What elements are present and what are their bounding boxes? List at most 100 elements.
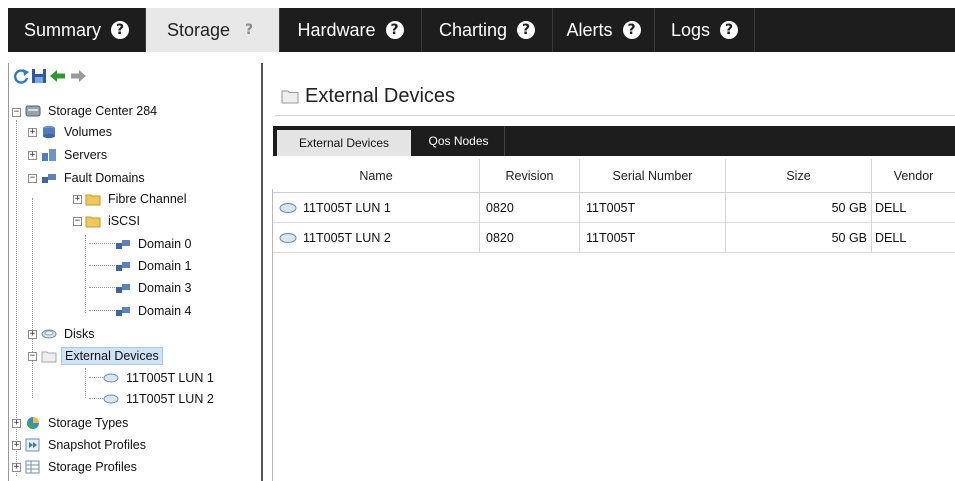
help-icon[interactable]: ? xyxy=(385,21,404,39)
tab-storage[interactable]: Storage ? xyxy=(146,8,280,52)
tree-item-label: Fault Domains xyxy=(64,171,145,185)
column-header-vendor[interactable]: Vendor xyxy=(872,159,955,193)
tab-qos-nodes[interactable]: Qos Nodes xyxy=(413,126,505,156)
tab-charting-label: Charting xyxy=(438,19,508,40)
help-icon[interactable]: ? xyxy=(622,21,641,39)
column-header-name[interactable]: Name xyxy=(273,159,480,193)
tab-external-devices[interactable]: External Devices xyxy=(277,130,411,156)
column-label: Name xyxy=(359,169,393,183)
refresh-icon[interactable] xyxy=(12,67,30,85)
cell-text: 0820 xyxy=(486,231,514,245)
tab-hardware[interactable]: Hardware ? xyxy=(280,8,422,52)
expand-toggle[interactable]: + xyxy=(73,195,82,204)
tree-connector xyxy=(85,368,86,398)
help-icon[interactable]: ? xyxy=(517,21,536,39)
tree-item-storage-center[interactable]: Storage Center 284 xyxy=(25,101,160,121)
main-content: External Devices External Devices Qos No… xyxy=(263,63,955,481)
tree-item-fault-domains[interactable]: Fault Domains xyxy=(41,168,148,188)
forward-arrow-icon[interactable] xyxy=(69,67,87,85)
tab-summary-label: Summary xyxy=(23,19,101,40)
save-icon[interactable] xyxy=(30,67,48,85)
cell-text: DELL xyxy=(875,231,907,245)
tree-item-label: 11T005T LUN 1 xyxy=(126,371,214,385)
tree-connector xyxy=(32,198,33,398)
tree-item-iscsi[interactable]: iSCSI xyxy=(85,211,143,231)
tree-item-fibre-channel[interactable]: Fibre Channel xyxy=(85,189,190,209)
expand-toggle[interactable]: + xyxy=(12,441,21,450)
tree-item-label: Domain 0 xyxy=(138,237,192,251)
tree-item-lun-2[interactable]: 11T005T LUN 2 xyxy=(103,389,217,409)
tab-alerts[interactable]: Alerts ? xyxy=(553,8,655,52)
expand-toggle[interactable]: + xyxy=(12,419,21,428)
column-header-serial-number[interactable]: Serial Number xyxy=(580,159,726,193)
navigation-panel: − Storage Center 284 + Volumes + Servers… xyxy=(8,63,263,481)
tree-item-label: 11T005T LUN 2 xyxy=(126,392,214,406)
column-header-size[interactable]: Size xyxy=(726,159,872,193)
tab-alerts-label: Alerts xyxy=(566,19,613,40)
tab-logs[interactable]: Logs ? xyxy=(655,8,755,52)
tree-item-lun-1[interactable]: 11T005T LUN 1 xyxy=(103,368,217,388)
tree-item-volumes[interactable]: Volumes xyxy=(41,122,115,142)
tree-item-storage-types[interactable]: Storage Types xyxy=(25,413,131,433)
lun-icon xyxy=(279,203,297,213)
tree-connector xyxy=(89,310,115,311)
back-arrow-icon[interactable] xyxy=(49,67,67,85)
tree-item-snapshot-profiles[interactable]: Snapshot Profiles xyxy=(25,435,149,455)
tree-item-label: Fibre Channel xyxy=(108,192,187,206)
cell-vendor: DELL xyxy=(872,223,955,253)
column-label: Size xyxy=(786,169,811,183)
tree-item-domain-0[interactable]: Domain 0 xyxy=(115,234,195,254)
storage-center-icon xyxy=(25,105,41,117)
expand-toggle[interactable]: + xyxy=(12,463,21,472)
tree-item-label: Disks xyxy=(64,327,95,341)
table-row[interactable]: 11T005T LUN 2 0820 11T005T 50 GB DELL xyxy=(273,223,955,253)
expand-toggle[interactable]: + xyxy=(28,128,37,137)
help-icon[interactable]: ? xyxy=(240,21,258,39)
snapshot-profiles-icon xyxy=(25,438,40,452)
tree-item-domain-4[interactable]: Domain 4 xyxy=(115,301,195,321)
table-row[interactable]: 11T005T LUN 1 0820 11T005T 50 GB DELL xyxy=(273,193,955,223)
nav-toolbar xyxy=(9,63,262,89)
tree-item-external-devices[interactable]: External Devices xyxy=(41,346,163,366)
tree-item-label: Snapshot Profiles xyxy=(48,438,146,452)
volumes-icon xyxy=(43,125,55,139)
column-label: Revision xyxy=(505,169,554,183)
sub-tab-bar: External Devices Qos Nodes xyxy=(273,126,955,156)
fault-domains-icon xyxy=(42,174,56,183)
folder-icon xyxy=(41,351,57,363)
expand-toggle[interactable]: + xyxy=(28,151,37,160)
collapse-toggle[interactable]: − xyxy=(28,352,37,361)
divider xyxy=(275,115,955,116)
tree-item-domain-1[interactable]: Domain 1 xyxy=(115,256,195,276)
folder-icon xyxy=(85,216,101,228)
expand-toggle[interactable]: + xyxy=(28,330,37,339)
column-label: Vendor xyxy=(893,169,934,183)
cell-text: 11T005T xyxy=(586,231,636,245)
tab-label: External Devices xyxy=(298,136,390,150)
help-icon[interactable]: ? xyxy=(111,21,129,39)
tab-summary[interactable]: Summary ? xyxy=(8,8,146,52)
tab-charting[interactable]: Charting ? xyxy=(422,8,553,52)
storage-types-icon xyxy=(27,417,39,429)
tree-item-disks[interactable]: Disks xyxy=(41,324,98,344)
column-header-revision[interactable]: Revision xyxy=(480,159,580,193)
help-icon[interactable]: ? xyxy=(720,21,739,39)
tree-item-domain-3[interactable]: Domain 3 xyxy=(115,278,195,298)
collapse-toggle[interactable]: − xyxy=(73,217,82,226)
collapse-toggle[interactable]: − xyxy=(12,108,21,117)
tree-item-label: Volumes xyxy=(64,125,112,139)
collapse-toggle[interactable]: − xyxy=(28,174,37,183)
cell-text: 11T005T LUN 1 xyxy=(303,201,391,215)
top-tab-strip: Summary ? Storage ? Hardware ? Charting … xyxy=(8,8,955,52)
cell-text: 50 GB xyxy=(831,231,867,245)
cell-name: 11T005T LUN 1 xyxy=(273,193,480,223)
tree-connector xyxy=(89,377,103,378)
tree-item-storage-profiles[interactable]: Storage Profiles xyxy=(25,457,140,477)
cell-text: 0820 xyxy=(486,201,514,215)
tree-item-label: External Devices xyxy=(61,347,163,365)
tree-item-servers[interactable]: Servers xyxy=(41,145,110,165)
cell-serial-number: 11T005T xyxy=(580,193,726,223)
cell-size: 50 GB xyxy=(726,193,872,223)
domain-icon xyxy=(116,307,130,316)
lun-icon xyxy=(279,233,297,243)
